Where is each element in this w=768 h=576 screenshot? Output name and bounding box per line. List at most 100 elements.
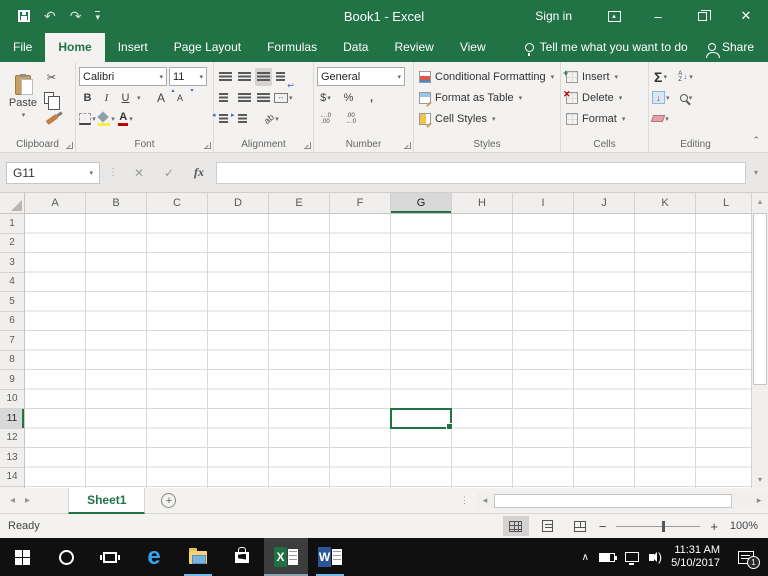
align-right-button[interactable] xyxy=(255,89,272,107)
row-header-14[interactable]: 14 xyxy=(0,468,24,488)
row-header-2[interactable]: 2 xyxy=(0,234,24,254)
clock[interactable]: 11:31 AM 5/10/2017 xyxy=(664,544,720,570)
underline-dropdown-icon[interactable]: ▾ xyxy=(137,94,141,102)
new-sheet-button[interactable]: + xyxy=(161,493,176,508)
column-header-i[interactable]: I xyxy=(513,193,574,213)
increase-decimal-button[interactable]: ←.0 .00 xyxy=(317,110,334,128)
autosum-button[interactable]: Σ▾ xyxy=(652,68,669,86)
tab-review[interactable]: Review xyxy=(381,33,446,62)
row-header-5[interactable]: 5 xyxy=(0,292,24,312)
accounting-format-button[interactable]: $▾ xyxy=(317,89,334,107)
file-explorer-button[interactable] xyxy=(176,538,220,576)
format-painter-button[interactable] xyxy=(43,110,60,128)
column-header-c[interactable]: C xyxy=(147,193,208,213)
tab-view[interactable]: View xyxy=(447,33,499,62)
column-header-g[interactable]: G xyxy=(391,193,452,213)
format-as-table-button[interactable]: Format as Table▾ xyxy=(417,87,557,108)
bold-button[interactable]: B xyxy=(79,89,96,107)
share-button[interactable]: Share xyxy=(708,40,768,62)
formula-bar-splitter[interactable]: ⋮ xyxy=(108,167,118,178)
merge-center-button[interactable]: ↔▾ xyxy=(274,89,293,107)
sheet-tab-sheet1[interactable]: Sheet1 xyxy=(68,488,145,514)
word-taskbar-button[interactable]: W xyxy=(308,538,352,576)
vertical-scroll-thumb[interactable] xyxy=(753,213,767,385)
restore-button[interactable] xyxy=(680,0,724,32)
tell-me-box[interactable]: Tell me what you want to do xyxy=(525,40,688,62)
undo-icon[interactable]: ↶ xyxy=(44,8,56,25)
tab-bar-splitter[interactable]: ⋮ xyxy=(460,495,469,506)
font-dialog-launcher-icon[interactable] xyxy=(204,142,211,149)
name-box-dropdown-icon[interactable]: ▾ xyxy=(89,169,93,177)
zoom-out-button[interactable]: − xyxy=(599,519,607,534)
column-header-b[interactable]: B xyxy=(86,193,147,213)
battery-icon[interactable] xyxy=(599,553,615,562)
decrease-decimal-button[interactable]: .00 →.0 xyxy=(342,110,359,128)
row-header-11[interactable]: 11 xyxy=(0,409,24,429)
fill-button[interactable]: ↓▾ xyxy=(652,89,670,107)
tab-page-layout[interactable]: Page Layout xyxy=(161,33,254,62)
column-header-k[interactable]: K xyxy=(635,193,696,213)
tab-insert[interactable]: Insert xyxy=(105,33,161,62)
scroll-left-icon[interactable]: ◂ xyxy=(477,495,493,506)
select-all-corner[interactable] xyxy=(0,193,25,214)
column-header-j[interactable]: J xyxy=(574,193,635,213)
increase-font-size-button[interactable]: A xyxy=(153,89,170,107)
volume-icon[interactable] xyxy=(649,554,654,561)
fill-color-button[interactable]: ▾ xyxy=(98,110,115,128)
ribbon-display-options-button[interactable]: ▴ xyxy=(592,0,636,32)
row-header-3[interactable]: 3 xyxy=(0,253,24,273)
customize-qat-icon[interactable]: ▾ xyxy=(95,11,100,21)
close-button[interactable]: ✕ xyxy=(724,0,768,32)
number-format-combo[interactable]: General▾ xyxy=(317,67,405,86)
format-cells-button[interactable]: Format▾ xyxy=(564,108,645,129)
sheet-grid[interactable] xyxy=(25,214,751,488)
copy-button[interactable]: ▾ xyxy=(43,89,60,107)
row-header-10[interactable]: 10 xyxy=(0,390,24,410)
zoom-slider-handle[interactable] xyxy=(662,521,665,532)
tab-home[interactable]: Home xyxy=(45,33,104,62)
comma-style-button[interactable]: , xyxy=(363,89,380,107)
show-hidden-icons-chevron[interactable]: ∧ xyxy=(582,552,589,563)
column-header-e[interactable]: E xyxy=(269,193,330,213)
previous-sheet-icon[interactable]: ◂ xyxy=(0,495,25,506)
cell-styles-button[interactable]: Cell Styles▾ xyxy=(417,108,557,129)
scroll-down-icon[interactable]: ▾ xyxy=(752,471,768,488)
page-break-preview-button[interactable] xyxy=(567,516,593,536)
bottom-align-button[interactable] xyxy=(255,68,272,86)
next-sheet-icon[interactable]: ▸ xyxy=(25,495,40,506)
scroll-up-icon[interactable]: ▴ xyxy=(752,193,768,210)
center-button[interactable] xyxy=(236,89,253,107)
cancel-button[interactable]: ✕ xyxy=(126,162,152,184)
edge-button[interactable]: e xyxy=(132,538,176,576)
cortana-button[interactable] xyxy=(44,538,88,576)
increase-indent-button[interactable] xyxy=(236,110,253,128)
minimize-button[interactable]: – xyxy=(636,0,680,32)
row-header-4[interactable]: 4 xyxy=(0,273,24,293)
font-size-combo[interactable]: 11▾ xyxy=(169,67,207,86)
scroll-right-icon[interactable]: ▸ xyxy=(751,495,767,506)
column-header-a[interactable]: A xyxy=(25,193,86,213)
formula-input[interactable] xyxy=(216,162,746,184)
tab-formulas[interactable]: Formulas xyxy=(254,33,330,62)
sort-filter-button[interactable]: AZ ↓ ▾ xyxy=(677,68,694,86)
row-header-13[interactable]: 13 xyxy=(0,448,24,468)
horizontal-scrollbar[interactable]: ◂ ▸ xyxy=(477,492,767,509)
formula-bar-expand-icon[interactable]: ▾ xyxy=(750,168,762,177)
alignment-dialog-launcher-icon[interactable] xyxy=(304,142,311,149)
column-header-l[interactable]: L xyxy=(696,193,751,213)
save-icon[interactable] xyxy=(18,10,30,22)
font-color-button[interactable]: A▾ xyxy=(117,110,134,128)
normal-view-button[interactable] xyxy=(503,516,529,536)
orientation-button[interactable]: ab▾ xyxy=(263,110,280,128)
redo-icon[interactable]: ↷ xyxy=(70,8,82,25)
row-header-7[interactable]: 7 xyxy=(0,331,24,351)
name-box[interactable]: G11 ▾ xyxy=(6,162,100,184)
sign-in-link[interactable]: Sign in xyxy=(515,9,592,23)
paste-button[interactable]: Paste ▾ xyxy=(3,66,43,128)
wrap-text-button[interactable] xyxy=(274,68,291,86)
excel-taskbar-button[interactable]: X xyxy=(264,538,308,576)
zoom-level[interactable]: 100% xyxy=(724,520,758,532)
row-header-1[interactable]: 1 xyxy=(0,214,24,234)
insert-cells-button[interactable]: + Insert▾ xyxy=(564,66,645,87)
collapse-ribbon-icon[interactable]: ⌃ xyxy=(752,135,760,146)
